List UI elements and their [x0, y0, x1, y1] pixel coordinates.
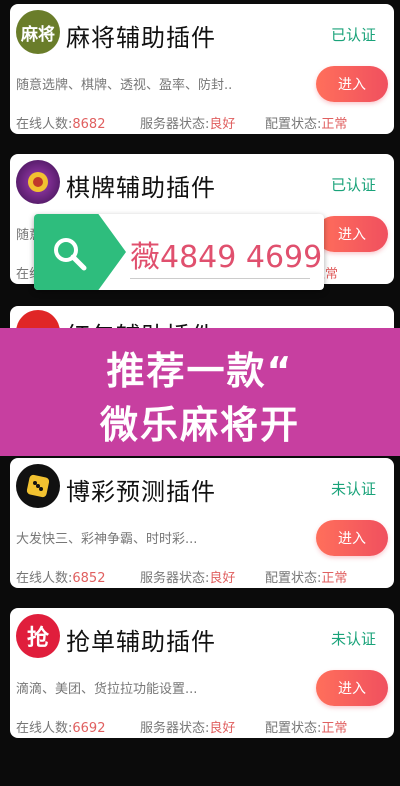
online-count: 在线人数:8682 — [16, 113, 105, 132]
server-label: 服务器状态: — [140, 721, 210, 736]
config-label: 配置状态: — [265, 571, 322, 586]
status-badge: 未认证 — [330, 630, 376, 648]
card-description: 滴滴、美团、货拉拉功能设置... — [16, 682, 198, 697]
enter-button[interactable]: 进入 — [316, 520, 388, 556]
config-value: 正常 — [321, 117, 348, 132]
promo-line-2: 微乐麻将开 — [99, 403, 300, 447]
server-label: 服务器状态: — [140, 117, 210, 132]
card-title: 抢单辅助插件 — [66, 628, 216, 656]
config-status: 配置状态:正常 — [265, 567, 347, 586]
chips-icon — [28, 172, 48, 192]
server-value: 良好 — [209, 117, 236, 132]
card-description: 随意选牌、棋牌、透视、盈率、防封.. — [16, 78, 233, 93]
online-value: 6692 — [72, 721, 106, 736]
enter-button[interactable]: 进入 — [316, 670, 388, 706]
server-label: 服务器状态: — [140, 571, 210, 586]
search-icon — [54, 238, 87, 271]
search-tag — [34, 214, 126, 290]
online-label: 在线人数: — [16, 571, 73, 586]
server-status: 服务器状态:良好 — [140, 113, 235, 132]
grab-order-icon: 抢 — [16, 614, 60, 658]
online-count: 在线人数:6692 — [16, 717, 105, 736]
config-label: 配置状态: — [265, 117, 322, 132]
config-label: 配置状态: — [265, 721, 322, 736]
status-badge: 已认证 — [330, 26, 376, 44]
server-status: 服务器状态:良好 — [140, 717, 235, 736]
online-label: 在线人数: — [16, 117, 73, 132]
enter-button[interactable]: 进入 — [316, 216, 388, 252]
config-status: 配置状态:正常 — [265, 717, 347, 736]
config-status: 配置状态:正常 — [265, 113, 347, 132]
status-badge: 已认证 — [330, 176, 376, 194]
plugin-card-lottery: 博彩预测插件 未认证 大发快三、彩神争霸、时时彩... 进入 在线人数:6852… — [10, 458, 394, 588]
chess-card-icon — [16, 160, 60, 204]
wechat-contact-banner: 薇4849 4699 — [34, 214, 324, 290]
icon-label: 麻将 — [21, 24, 55, 44]
wechat-id: 薇4849 4699 — [130, 240, 323, 275]
card-title: 棋牌辅助插件 — [66, 174, 216, 202]
promo-line-1: 推荐一款“ — [106, 349, 294, 393]
config-value: 正常 — [321, 721, 348, 736]
online-count: 在线人数:6852 — [16, 567, 105, 586]
icon-label: 抢 — [26, 625, 49, 650]
online-value: 8682 — [72, 117, 106, 132]
divider — [130, 278, 310, 279]
enter-button[interactable]: 进入 — [316, 66, 388, 102]
mahjong-icon: 麻将 — [16, 10, 60, 54]
plugin-card-mahjong: 麻将 麻将辅助插件 已认证 随意选牌、棋牌、透视、盈率、防封.. 进入 在线人数… — [10, 4, 394, 134]
server-value: 良好 — [209, 571, 236, 586]
config-value: 正常 — [321, 571, 348, 586]
promo-banner: 推荐一款“ 微乐麻将开 — [0, 328, 400, 456]
dice-glyph — [26, 474, 50, 498]
dice-icon — [16, 464, 60, 508]
online-label: 在线人数: — [16, 721, 73, 736]
card-description: 大发快三、彩神争霸、时时彩... — [16, 532, 198, 547]
card-title: 麻将辅助插件 — [66, 24, 216, 52]
plugin-card-grab-order: 抢 抢单辅助插件 未认证 滴滴、美团、货拉拉功能设置... 进入 在线人数:66… — [10, 608, 394, 738]
online-value: 6852 — [72, 571, 106, 586]
server-status: 服务器状态:良好 — [140, 567, 235, 586]
card-title: 博彩预测插件 — [66, 478, 216, 506]
server-value: 良好 — [209, 721, 236, 736]
status-badge: 未认证 — [330, 480, 376, 498]
